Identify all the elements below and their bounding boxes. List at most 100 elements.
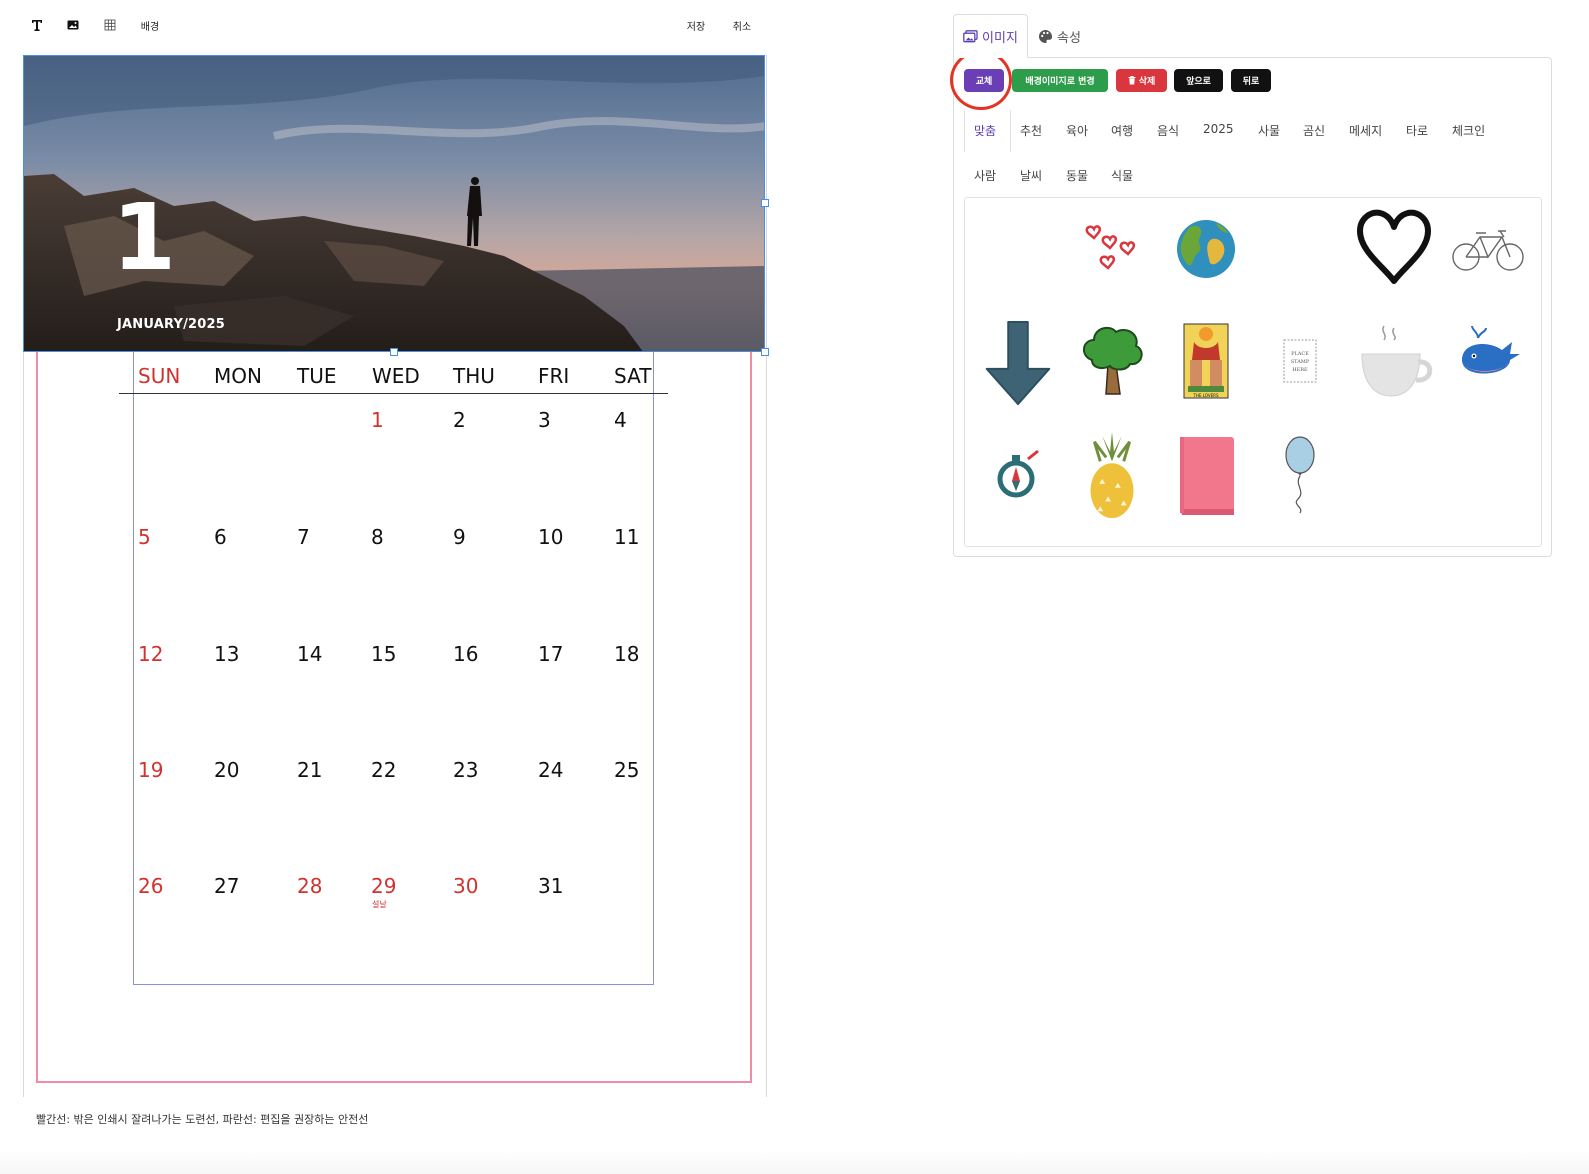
date-cell: 20 <box>214 758 240 782</box>
sticker-moon[interactable] <box>978 209 1058 289</box>
stamp-icon: PLACE STAMP HERE <box>1283 339 1317 383</box>
sticker-whale[interactable] <box>1448 320 1528 400</box>
svg-text:HERE: HERE <box>1292 367 1308 373</box>
text-icon <box>32 20 42 31</box>
balloon-icon <box>1285 436 1315 514</box>
sticker-pink-notebook[interactable] <box>1166 435 1246 515</box>
category-custom[interactable]: 맞춤 <box>974 122 996 139</box>
category-weather[interactable]: 날씨 <box>1020 167 1042 184</box>
replace-button[interactable]: 교체 <box>964 69 1004 92</box>
tab-images-label: 이미지 <box>982 30 1018 46</box>
sticker-small-hearts[interactable] <box>1072 209 1152 289</box>
date-cell: 3 <box>538 408 551 432</box>
category-plants[interactable]: 식물 <box>1111 167 1133 184</box>
sticker-coffee-cup[interactable] <box>1354 320 1434 400</box>
text-tool-button[interactable] <box>28 14 46 36</box>
tab-properties[interactable]: 속성 <box>1038 14 1081 58</box>
save-button[interactable]: 저장 <box>683 14 709 36</box>
tarot-card-icon: THE LOVERS <box>1183 323 1229 399</box>
weekday-wed: WED <box>372 364 420 388</box>
resize-handle-right[interactable] <box>761 199 769 207</box>
sticker-postage-stamp[interactable]: PLACE STAMP HERE <box>1260 320 1340 400</box>
date-cell: 14 <box>297 642 323 666</box>
sticker-pineapple[interactable] <box>1072 432 1152 519</box>
date-cell: 31 <box>538 874 564 898</box>
sticker-bicycle[interactable] <box>1448 209 1528 289</box>
whale-icon <box>1462 325 1520 374</box>
sticker-outline-heart[interactable] <box>1354 207 1434 287</box>
grid-tool-button[interactable] <box>101 14 119 36</box>
date-cell: 19 <box>138 758 164 782</box>
image-tool-button[interactable] <box>64 14 82 36</box>
sticker-tarot-lovers-card[interactable]: THE LOVERS <box>1166 320 1246 400</box>
category-2025[interactable]: 2025 <box>1203 122 1234 136</box>
category-checkin[interactable]: 체크인 <box>1452 122 1485 139</box>
category-recommended[interactable]: 추천 <box>1020 122 1042 139</box>
sticker-blank[interactable] <box>1260 209 1340 289</box>
date-cell: 9 <box>453 525 466 549</box>
date-cell: 4 <box>614 408 627 432</box>
date-cell: 12 <box>138 642 164 666</box>
date-cell: 11 <box>614 525 640 549</box>
date-cell: 28 <box>297 874 323 898</box>
tab-properties-label: 속성 <box>1057 30 1081 46</box>
sticker-balloon[interactable] <box>1260 435 1340 515</box>
to-background-button[interactable]: 배경이미지로 변경 <box>1012 69 1108 92</box>
grid-icon <box>104 19 116 31</box>
category-animals[interactable]: 동물 <box>1066 167 1088 184</box>
outline-heart-icon <box>1357 209 1431 284</box>
date-cell: 29 <box>371 874 397 898</box>
svg-text:STAMP: STAMP <box>1291 359 1310 365</box>
images-icon <box>963 29 978 42</box>
header-rule <box>119 393 668 394</box>
holiday-label: 설날 <box>372 900 387 909</box>
category-people[interactable]: 사람 <box>974 167 996 184</box>
month-year-label[interactable]: JANUARY/2025 <box>117 317 225 332</box>
date-cell: 15 <box>371 642 397 666</box>
category-message[interactable]: 메세지 <box>1349 122 1382 139</box>
background-button[interactable]: 배경 <box>136 14 164 36</box>
sticker-down-arrow[interactable] <box>978 320 1058 406</box>
date-cell: 13 <box>214 642 240 666</box>
tab-images[interactable]: 이미지 <box>953 14 1028 58</box>
category-gomsin[interactable]: 곰신 <box>1303 122 1325 139</box>
weekday-sat: SAT <box>614 364 652 388</box>
earth-icon <box>1177 220 1235 278</box>
header-photo[interactable]: 1 JANUARY/2025 <box>23 55 765 352</box>
date-cell: 6 <box>214 525 227 549</box>
weekday-tue: TUE <box>297 364 337 388</box>
cup-icon <box>1361 325 1433 397</box>
date-cell: 1 <box>371 408 384 432</box>
sticker-compass[interactable] <box>978 437 1058 517</box>
category-travel[interactable]: 여행 <box>1111 122 1133 139</box>
resize-handle-bottom-right[interactable] <box>761 348 769 356</box>
category-parenting[interactable]: 육아 <box>1066 122 1088 139</box>
date-cell: 22 <box>371 758 397 782</box>
date-cell: 2 <box>453 408 466 432</box>
category-tarot[interactable]: 타로 <box>1406 122 1428 139</box>
date-cell: 27 <box>214 874 240 898</box>
moon-icon <box>990 223 1047 281</box>
date-cell: 7 <box>297 525 310 549</box>
delete-button[interactable]: 삭제 <box>1116 69 1167 92</box>
date-cell: 24 <box>538 758 564 782</box>
bring-forward-button[interactable]: 앞으로 <box>1174 69 1223 92</box>
window-bottom-edge <box>0 1150 1589 1174</box>
category-objects[interactable]: 사물 <box>1258 122 1280 139</box>
sticker-tree[interactable] <box>1072 320 1152 400</box>
date-cell: 25 <box>614 758 640 782</box>
send-backward-button[interactable]: 뒤로 <box>1231 69 1271 92</box>
date-cell: 8 <box>371 525 384 549</box>
cancel-button[interactable]: 취소 <box>729 14 755 36</box>
sticker-earth-globe[interactable] <box>1166 209 1246 289</box>
date-cell: 18 <box>614 642 640 666</box>
weekday-sun: SUN <box>138 364 181 388</box>
svg-text:THE LOVERS: THE LOVERS <box>1193 393 1219 398</box>
month-number[interactable]: 1 <box>112 192 176 284</box>
date-cell: 5 <box>138 525 151 549</box>
palette-icon <box>1039 29 1053 43</box>
date-cell: 10 <box>538 525 564 549</box>
date-cell: 26 <box>138 874 164 898</box>
guide-footnote: 빨간선: 밖은 인쇄시 잘려나가는 도련선, 파란선: 편집을 권장하는 안전선 <box>36 1113 369 1126</box>
category-food[interactable]: 음식 <box>1157 122 1179 139</box>
